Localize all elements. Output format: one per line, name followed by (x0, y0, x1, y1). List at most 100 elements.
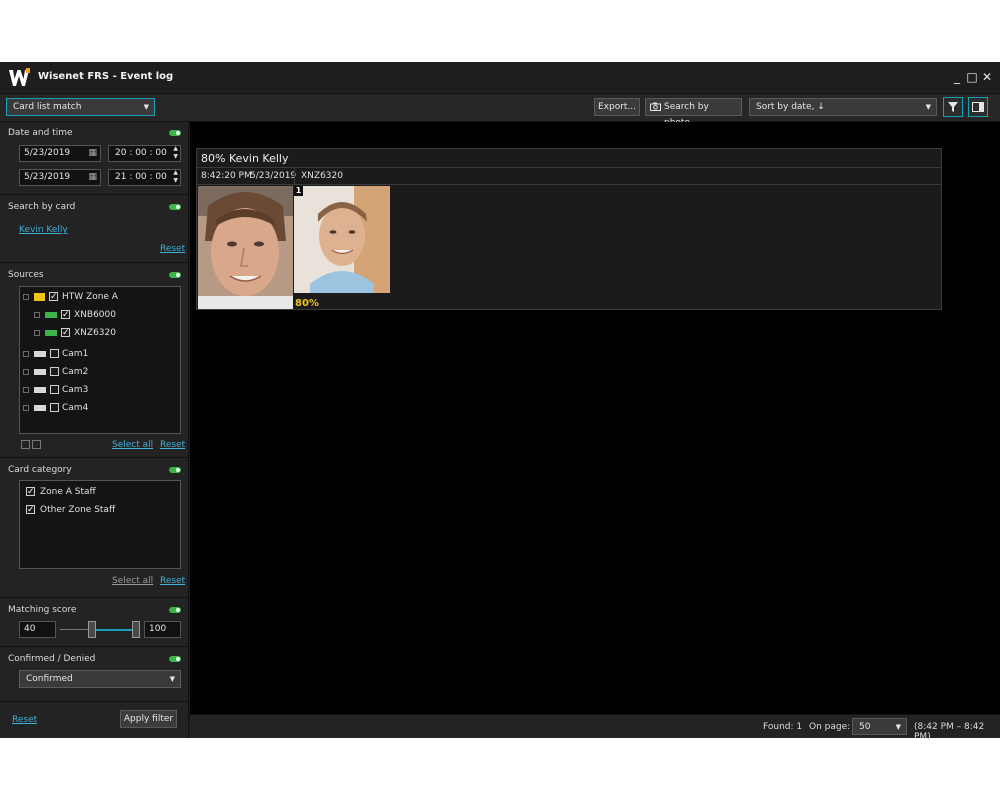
minimize-button[interactable]: _ (950, 69, 964, 85)
card-category-list: Zone A Staff Other Zone Staff (19, 480, 181, 569)
score-min-field[interactable]: 40 (19, 621, 56, 638)
result-title: 80% Kevin Kelly (201, 152, 289, 165)
time-range-label: (8:42 PM – 8:42 PM) (914, 722, 985, 742)
chevron-down-icon: ▼ (143, 103, 149, 111)
side-panel-icon (972, 102, 984, 112)
cam-label: Cam2 (62, 367, 89, 377)
card-category-reset-link[interactable]: Reset (160, 576, 185, 586)
start-date-field[interactable]: 5/23/2019 ▦ (19, 145, 101, 162)
cam-checkbox[interactable] (50, 403, 59, 412)
sort-dropdown[interactable]: Sort by date, ↓ ▼ (749, 98, 937, 116)
confirmed-denied-title: Confirmed / Denied (8, 654, 96, 664)
search-by-card-reset-link[interactable]: Reset (160, 244, 185, 254)
tree-item-cam[interactable]: Cam3 (23, 383, 173, 397)
tree-item-cam[interactable]: Cam2 (23, 365, 173, 379)
calendar-icon: ▦ (88, 172, 97, 182)
end-time-field[interactable]: 21 : 00 : 00 ▲ ▼ (108, 169, 181, 186)
start-time-field[interactable]: 20 : 00 : 00 ▲ ▼ (108, 145, 181, 162)
expand-icon (34, 330, 40, 336)
tree-item-camera[interactable]: XNB6000 (34, 308, 174, 322)
result-meta: 8:42:20 PM 5/23/2019 XNZ6320 (197, 167, 941, 185)
card-category-toggle[interactable] (169, 467, 181, 473)
maximize-button[interactable]: □ (965, 69, 979, 85)
sources-tree: HTW Zone A XNB6000 XNZ6320 (19, 286, 181, 434)
chevron-down-icon: ▼ (895, 723, 901, 731)
result-source: XNZ6320 (301, 171, 343, 181)
confirmed-denied-toggle[interactable] (169, 656, 181, 662)
mode-dropdown[interactable]: Card list match ▼ (6, 98, 155, 116)
sources-reset-link[interactable]: Reset (160, 440, 185, 450)
card-category-item[interactable]: Zone A Staff (26, 485, 176, 499)
panel-toggle-button[interactable] (968, 97, 988, 117)
expand-icon (23, 387, 29, 393)
score-slider-range (93, 629, 136, 631)
score-slider-min-handle[interactable] (88, 621, 96, 638)
result-photos: 1 80% (197, 186, 393, 310)
expand-icon (34, 312, 40, 318)
card-category-title: Card category (8, 465, 72, 475)
mode-dropdown-label: Card list match (13, 102, 82, 112)
reset-all-link[interactable]: Reset (12, 715, 37, 725)
page-size-dropdown[interactable]: 50 ▼ (852, 718, 907, 735)
end-date-value: 5/23/2019 (24, 172, 71, 182)
expand-all-icon[interactable] (21, 440, 30, 449)
camera-label: XNB6000 (74, 310, 116, 320)
sources-select-all-link[interactable]: Select all (112, 440, 153, 450)
sources-title: Sources (8, 270, 44, 280)
search-by-card-toggle[interactable] (169, 204, 181, 210)
tree-item-camera[interactable]: XNZ6320 (34, 326, 174, 340)
confirmed-denied-dropdown[interactable]: Confirmed ▼ (19, 670, 181, 688)
sources-toggle[interactable] (169, 272, 181, 278)
score-slider-max-handle[interactable] (132, 621, 140, 638)
collapse-icon (23, 294, 29, 300)
start-time-value: 20 : 00 : 00 (115, 148, 167, 158)
wisenet-logo-icon (9, 68, 30, 86)
end-date-field[interactable]: 5/23/2019 ▦ (19, 169, 101, 186)
camera-checkbox[interactable] (61, 326, 70, 340)
group-label: HTW Zone A (62, 292, 118, 302)
selected-card-link[interactable]: Kevin Kelly (19, 225, 68, 235)
sort-dropdown-label: Sort by date, ↓ (756, 102, 825, 112)
registered-face-image[interactable] (294, 186, 390, 293)
tree-item-group[interactable]: HTW Zone A (23, 290, 173, 304)
apply-filter-button[interactable]: Apply filter (120, 710, 177, 728)
collapse-all-icon[interactable] (32, 440, 41, 449)
filter-button[interactable] (943, 97, 963, 117)
cam-checkbox[interactable] (50, 349, 59, 358)
search-by-photo-button[interactable]: Search by photo... (645, 98, 742, 128)
result-card[interactable]: 80% Kevin Kelly 8:42:20 PM 5/23/2019 XNZ… (196, 148, 942, 310)
card-category-checkbox[interactable] (26, 485, 35, 499)
folder-icon (34, 293, 45, 301)
toolbar: Card list match ▼ Export... Search by ph… (0, 94, 1000, 128)
captured-face-image[interactable] (198, 186, 293, 309)
date-time-toggle[interactable] (169, 130, 181, 136)
app-window: Wisenet FRS - Event log _ □ ✕ Card list … (0, 62, 1000, 742)
card-category-label: Zone A Staff (40, 487, 96, 497)
tree-item-cam[interactable]: Cam1 (23, 347, 173, 361)
expand-icon (23, 405, 29, 411)
card-category-select-all-link[interactable]: Select all (112, 576, 153, 586)
camera-checkbox[interactable] (61, 308, 70, 322)
match-score-label: 80% (295, 298, 319, 309)
export-button[interactable]: Export... (594, 98, 640, 116)
expand-icon (23, 369, 29, 375)
group-checkbox[interactable] (49, 290, 58, 304)
card-category-checkbox[interactable] (26, 503, 35, 517)
confirmed-denied-section: Confirmed / Denied Confirmed ▼ (0, 648, 189, 702)
close-button[interactable]: ✕ (980, 69, 994, 85)
card-category-item[interactable]: Other Zone Staff (26, 503, 176, 517)
tree-item-cam[interactable]: Cam4 (23, 401, 173, 415)
start-date-value: 5/23/2019 (24, 148, 71, 158)
camera-green-icon (45, 330, 57, 336)
score-max-field[interactable]: 100 (144, 621, 181, 638)
cam-checkbox[interactable] (50, 367, 59, 376)
cam-label: Cam4 (62, 403, 89, 413)
camera-icon (34, 369, 46, 375)
cam-checkbox[interactable] (50, 385, 59, 394)
matching-score-toggle[interactable] (169, 607, 181, 613)
meta-divider (294, 168, 295, 185)
sources-section: Sources HTW Zone A XNB6000 (0, 264, 189, 458)
end-time-value: 21 : 00 : 00 (115, 172, 167, 182)
search-by-card-section: Search by card Kevin Kelly Reset (0, 196, 189, 263)
matching-score-section: Matching score 40 100 (0, 599, 189, 647)
